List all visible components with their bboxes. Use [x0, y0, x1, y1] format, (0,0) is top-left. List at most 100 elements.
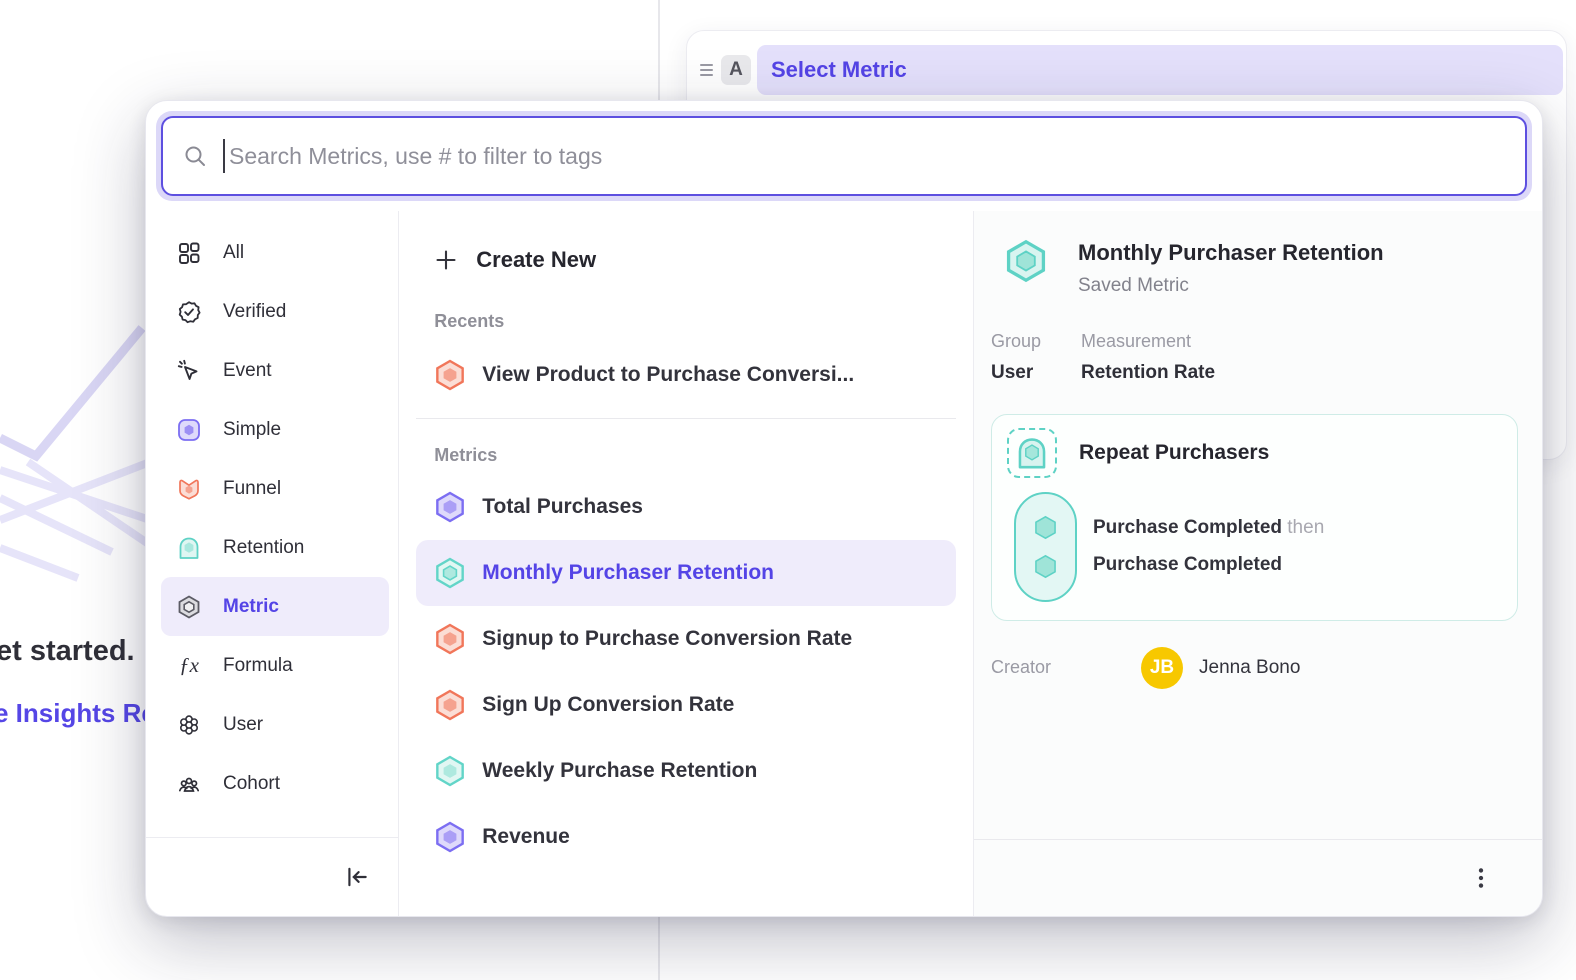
detail-header: Monthly Purchaser Retention Saved Metric [991, 239, 1518, 297]
sidebar-item-metric[interactable]: Metric [161, 577, 389, 636]
metric-definition-card: Repeat Purchasers [991, 414, 1518, 621]
sidebar-item-simple[interactable]: Simple [177, 400, 389, 459]
search-icon [183, 144, 207, 168]
collapse-sidebar-icon[interactable] [344, 864, 370, 890]
sidebar-item-label: Event [223, 360, 272, 382]
metric-hexagon-teal-icon [434, 755, 466, 787]
metric-item-label: Total Purchases [482, 495, 643, 519]
more-options-icon[interactable] [1468, 865, 1494, 891]
metric-hexagon-teal-icon [1004, 239, 1048, 283]
metric-item-total-purchases[interactable]: Total Purchases [434, 474, 956, 540]
sidebar-item-label: Retention [223, 537, 304, 559]
group-value: User [991, 362, 1081, 384]
sidebar-item-formula[interactable]: ƒx Formula [177, 636, 389, 695]
create-new-button[interactable]: Create New [434, 235, 956, 285]
metric-item-signup-to-purchase-conversion-rate[interactable]: Signup to Purchase Conversion Rate [434, 606, 956, 672]
metric-item-monthly-purchaser-retention[interactable]: Monthly Purchaser Retention [416, 540, 956, 606]
text-caret [223, 139, 225, 173]
detail-title: Monthly Purchaser Retention [1078, 239, 1384, 267]
sidebar-footer [146, 837, 398, 916]
metric-item-label: Revenue [482, 825, 570, 849]
retention-definition-icon [1007, 428, 1057, 478]
user-cluster-icon [177, 713, 201, 737]
sidebar-item-cohort[interactable]: Cohort [177, 754, 389, 813]
metric-item-revenue[interactable]: Revenue [434, 804, 956, 870]
plus-icon [434, 248, 458, 272]
select-metric-button[interactable]: Select Metric [757, 45, 1563, 95]
grid-icon [177, 241, 201, 265]
retention-arch-icon [1015, 436, 1049, 470]
definition-then: then [1287, 517, 1324, 538]
list-divider [416, 418, 956, 419]
metric-picker-modal: All Verified [145, 100, 1543, 917]
creator-label: Creator [991, 657, 1141, 678]
formula-icon: ƒx [177, 653, 201, 678]
sidebar-item-label: Simple [223, 419, 281, 441]
metric-hexagon-coral-icon [434, 359, 466, 391]
recent-item-label: View Product to Purchase Conversi... [482, 363, 854, 387]
metric-list-panel: Create New Recents View Product to Purch… [399, 211, 973, 916]
search-input[interactable] [229, 143, 1505, 170]
cohort-icon [177, 772, 201, 796]
sidebar-item-label: Formula [223, 655, 293, 677]
metric-item-label: Weekly Purchase Retention [482, 759, 757, 783]
step-hexagon-icon [1032, 553, 1059, 580]
step-hexagon-icon [1032, 514, 1059, 541]
create-new-label: Create New [476, 247, 596, 273]
simple-metric-icon [177, 418, 201, 442]
metric-hexagon-teal-icon [434, 557, 466, 589]
detail-info-row: Group User Measurement Retention Rate [991, 331, 1518, 384]
background-chart-illustration [0, 320, 150, 600]
search-box[interactable] [161, 116, 1527, 196]
sidebar-item-label: User [223, 714, 263, 736]
metric-item-label: Signup to Purchase Conversion Rate [482, 627, 852, 651]
metric-hexagon-icon [177, 595, 201, 619]
select-metric-row: A Select Metric [695, 45, 1563, 95]
background-insights-link[interactable]: e Insights Re [0, 698, 156, 729]
sidebar-item-retention[interactable]: Retention [177, 518, 389, 577]
cursor-click-icon [177, 359, 201, 383]
sidebar-item-verified[interactable]: Verified [177, 282, 389, 341]
retention-icon [177, 536, 201, 560]
metric-detail-panel: Monthly Purchaser Retention Saved Metric… [973, 211, 1542, 916]
sidebar-item-label: Funnel [223, 478, 281, 500]
search-focus-ring [156, 111, 1532, 201]
metric-hexagon-coral-icon [434, 689, 466, 721]
series-a-badge[interactable]: A [721, 55, 751, 85]
metric-hexagon-purple-icon [434, 491, 466, 523]
detail-subtitle: Saved Metric [1078, 275, 1384, 297]
sidebar-item-all[interactable]: All [177, 223, 389, 282]
metric-item-label: Monthly Purchaser Retention [482, 561, 774, 585]
sidebar-item-label: Verified [223, 301, 286, 323]
metrics-section-title: Metrics [434, 445, 956, 466]
group-label: Group [991, 331, 1081, 352]
creator-row: Creator JB Jenna Bono [991, 647, 1518, 689]
sidebar-item-label: Cohort [223, 773, 280, 795]
drag-handle-icon[interactable] [695, 64, 717, 76]
detail-footer [974, 839, 1542, 916]
filter-sidebar: All Verified [146, 211, 399, 916]
metric-hexagon-coral-icon [434, 623, 466, 655]
recent-item[interactable]: View Product to Purchase Conversi... [434, 344, 956, 406]
metric-hexagon-purple-icon [434, 821, 466, 853]
screen: et started. e Insights Re A Select Metri… [0, 0, 1576, 980]
sidebar-item-label: All [223, 242, 244, 264]
creator-avatar: JB [1141, 647, 1183, 689]
definition-step-2: Purchase Completed [1093, 554, 1282, 575]
measurement-value: Retention Rate [1081, 362, 1215, 384]
metric-item-sign-up-conversion-rate[interactable]: Sign Up Conversion Rate [434, 672, 956, 738]
definition-name: Repeat Purchasers [1079, 441, 1269, 465]
metric-item-weekly-purchase-retention[interactable]: Weekly Purchase Retention [434, 738, 956, 804]
funnel-icon [177, 477, 201, 501]
sidebar-item-user[interactable]: User [177, 695, 389, 754]
verified-badge-icon [177, 300, 201, 324]
sidebar-item-event[interactable]: Event [177, 341, 389, 400]
sidebar-item-label: Metric [223, 596, 279, 618]
recents-section-title: Recents [434, 311, 956, 332]
definition-step-1: Purchase Completed [1093, 517, 1282, 538]
creator-name: Jenna Bono [1199, 657, 1300, 679]
measurement-label: Measurement [1081, 331, 1215, 352]
retention-steps-capsule [1014, 492, 1077, 602]
background-get-started-text: et started. [0, 635, 135, 668]
sidebar-item-funnel[interactable]: Funnel [177, 459, 389, 518]
